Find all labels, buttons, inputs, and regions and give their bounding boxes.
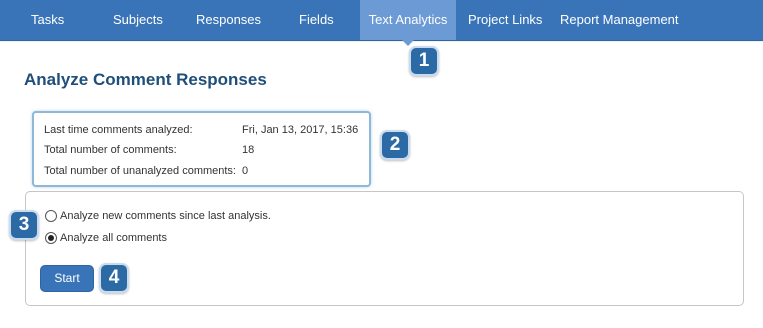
radio-analyze-all[interactable] [45, 232, 57, 244]
active-tab-pointer [402, 40, 414, 46]
analysis-options-panel: Analyze new comments since last analysis… [25, 191, 744, 306]
last-analyzed-label: Last time comments analyzed: [44, 124, 193, 136]
callout-badge-3: 3 [9, 210, 39, 240]
callout-badge-4: 4 [99, 263, 129, 293]
callout-badge-2: 2 [380, 130, 410, 160]
callout-badge-1: 1 [409, 46, 439, 76]
option-analyze-all[interactable]: Analyze all comments [45, 230, 167, 246]
analysis-info-box: Last time comments analyzed: Fri, Jan 13… [32, 111, 371, 187]
tab-subjects[interactable]: Subjects [113, 0, 163, 40]
tab-report-management[interactable]: Report Management [560, 0, 679, 40]
tab-tasks[interactable]: Tasks [31, 0, 64, 40]
tab-text-analytics-label: Text Analytics [368, 12, 448, 27]
option-analyze-new-label: Analyze new comments since last analysis… [60, 210, 271, 222]
start-button[interactable]: Start [40, 265, 94, 292]
top-nav-bar: Tasks Subjects Responses Fields Text Ana… [0, 0, 763, 46]
radio-analyze-new[interactable] [45, 210, 57, 222]
unanalyzed-comments-label: Total number of unanalyzed comments: [44, 165, 236, 177]
tab-project-links[interactable]: Project Links [468, 0, 542, 40]
page-title: Analyze Comment Responses [24, 70, 267, 89]
tab-fields[interactable]: Fields [299, 0, 334, 40]
option-analyze-all-label: Analyze all comments [60, 232, 167, 244]
total-comments-label: Total number of comments: [44, 144, 177, 156]
tab-text-analytics[interactable]: Text Analytics [360, 0, 456, 46]
last-analyzed-value: Fri, Jan 13, 2017, 15:36 [242, 124, 359, 136]
total-comments-value: 18 [242, 144, 255, 156]
tab-responses[interactable]: Responses [196, 0, 261, 40]
unanalyzed-comments-value: 0 [242, 165, 249, 177]
option-analyze-new[interactable]: Analyze new comments since last analysis… [45, 208, 271, 224]
